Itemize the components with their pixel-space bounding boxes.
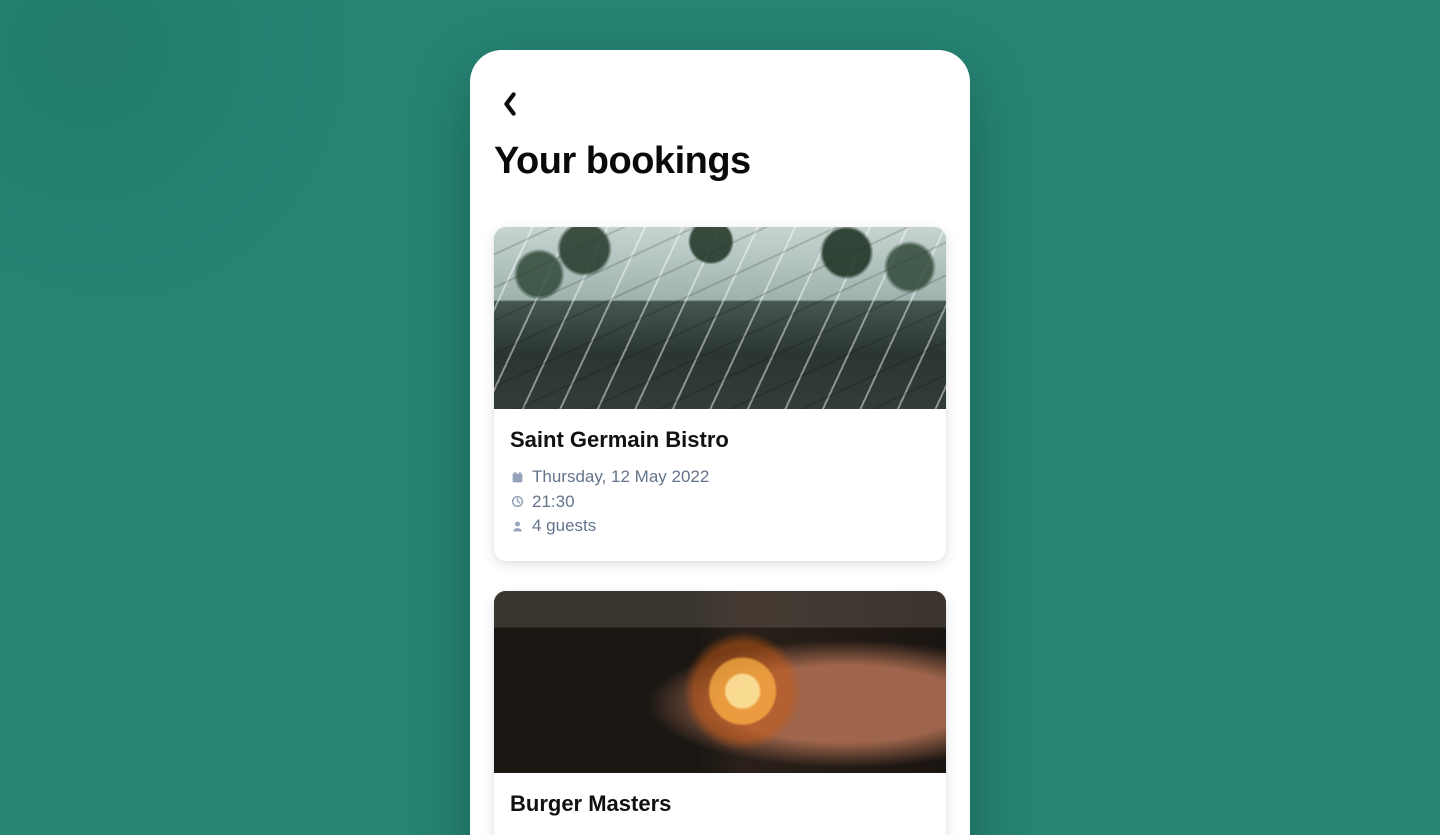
booking-time: 21:30 bbox=[532, 490, 575, 515]
calendar-icon bbox=[510, 470, 524, 484]
background-decoration bbox=[0, 0, 400, 300]
chevron-left-icon bbox=[501, 92, 519, 121]
booking-restaurant-name: Saint Germain Bistro bbox=[510, 427, 930, 453]
booking-guests-row: 4 guests bbox=[510, 514, 930, 539]
booking-date: Thursday, 12 May 2022 bbox=[532, 465, 709, 490]
booking-card[interactable]: Saint Germain Bistro Thursday, 12 May 20… bbox=[494, 227, 946, 561]
booking-date-row: Thursday, 12 May 2022 bbox=[510, 465, 930, 490]
booking-card[interactable]: Burger Masters bbox=[494, 591, 946, 835]
booking-card-body: Saint Germain Bistro Thursday, 12 May 20… bbox=[494, 409, 946, 561]
booking-time-row: 21:30 bbox=[510, 490, 930, 515]
booking-guests: 4 guests bbox=[532, 514, 596, 539]
booking-image bbox=[494, 227, 946, 409]
device-frame: Your bookings Saint Germain Bistro Thurs… bbox=[470, 50, 970, 835]
booking-restaurant-name: Burger Masters bbox=[510, 791, 930, 817]
booking-image bbox=[494, 591, 946, 773]
page-title: Your bookings bbox=[494, 140, 946, 183]
clock-icon bbox=[510, 495, 524, 509]
person-icon bbox=[510, 520, 524, 534]
back-button[interactable] bbox=[494, 90, 526, 122]
booking-card-body: Burger Masters bbox=[494, 773, 946, 835]
